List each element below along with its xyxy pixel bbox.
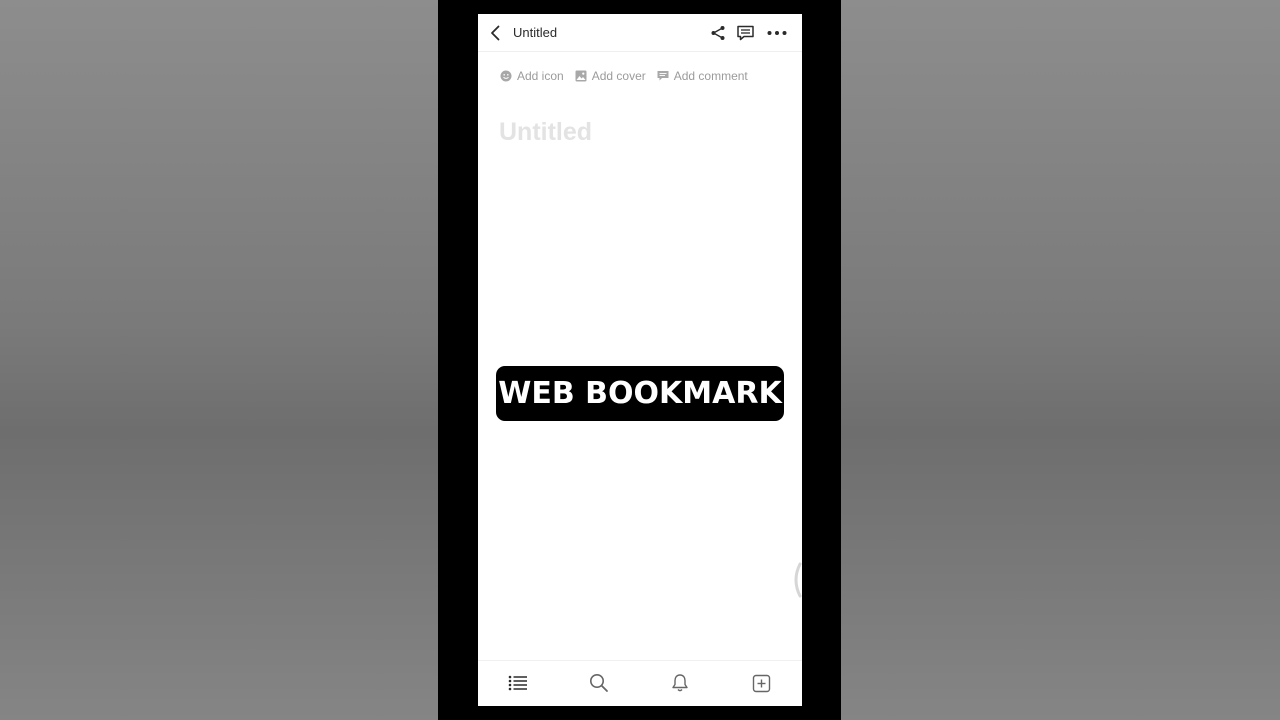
add-cover-label: Add cover [591,69,646,83]
comment-icon [657,71,669,81]
page-title-input[interactable]: Untitled [499,118,592,147]
edge-scroll-handle[interactable] [790,562,802,598]
add-comment-button[interactable]: Add comment [657,69,748,83]
background-right [841,0,1280,720]
app-screen: Untitled Add icon Add cover Add comment … [478,14,802,706]
image-icon [575,70,587,82]
nav-search-button[interactable] [586,671,612,695]
smiley-icon [500,70,512,82]
more-button[interactable] [766,22,788,44]
background-left [0,0,438,720]
page-actions: Add icon Add cover Add comment [500,68,759,84]
share-button[interactable] [707,22,729,44]
add-comment-label: Add comment [673,69,748,83]
bell-icon [672,674,688,692]
video-caption: WEB BOOKMARK [496,366,784,421]
nav-updates-button[interactable] [667,671,693,695]
new-page-icon [752,674,770,692]
search-icon [590,674,608,692]
add-cover-button[interactable]: Add cover [575,69,646,83]
page-title-header: Untitled [513,25,558,40]
chevron-left-icon [491,25,500,41]
share-icon [711,26,725,40]
comments-button[interactable] [734,22,756,44]
nav-pages-button[interactable] [505,671,531,695]
more-horizontal-icon [767,31,787,35]
back-button[interactable] [484,21,508,45]
list-icon [508,675,527,691]
add-icon-button[interactable]: Add icon [500,69,564,83]
add-icon-label: Add icon [517,69,564,83]
comment-icon [736,25,754,41]
bottom-navigation [478,660,802,706]
top-bar: Untitled [478,14,802,52]
nav-new-page-button[interactable] [748,671,774,695]
